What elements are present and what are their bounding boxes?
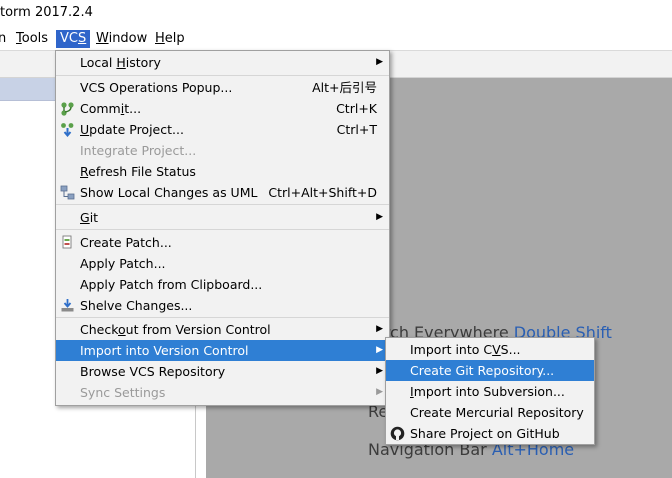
menu-item-apply-patch-clipboard[interactable]: Apply Patch from Clipboard... — [56, 274, 389, 295]
import-submenu: Import into CVS... Create Git Repository… — [385, 337, 595, 445]
show-uml-shortcut: Ctrl+Alt+Shift+D — [268, 185, 377, 200]
menu-item-shelve-changes[interactable]: Shelve Changes... — [56, 295, 389, 316]
uml-diagram-icon — [60, 185, 75, 200]
integrate-label: Integrate Project... — [80, 143, 197, 158]
show-uml-label: Show Local Changes as UML — [80, 185, 258, 200]
apply-clipboard-label: Apply Patch from Clipboard... — [80, 277, 263, 292]
menu-item-create-git-repository[interactable]: Create Git Repository... — [386, 360, 594, 381]
create-patch-icon — [62, 235, 72, 249]
menu-window[interactable]: Window — [92, 30, 151, 48]
menu-item-refresh-file-status[interactable]: Refresh File Status — [56, 161, 389, 182]
menu-item-local-history[interactable]: Local History ▶ — [56, 52, 389, 73]
local-history-label: Local History — [80, 55, 161, 70]
submenu-arrow-icon: ▶ — [376, 345, 383, 355]
menu-item-apply-patch[interactable]: Apply Patch... — [56, 253, 389, 274]
shelve-icon — [61, 299, 74, 312]
ops-popup-shortcut: Alt+后引号 — [312, 80, 377, 95]
menu-separator — [56, 75, 389, 76]
menu-bar: n Tools VCS Window Help — [0, 28, 672, 51]
menu-item-import-into-vcs[interactable]: Import into Version Control ▶ — [56, 340, 389, 361]
create-hg-label: Create Mercurial Repository — [410, 405, 584, 420]
window-title: torm 2017.2.4 — [0, 5, 93, 20]
submenu-arrow-icon: ▶ — [376, 366, 383, 376]
menu-separator — [56, 229, 389, 230]
menu-item-integrate-project[interactable]: Integrate Project... — [56, 140, 389, 161]
submenu-arrow-icon: ▶ — [376, 57, 383, 67]
update-shortcut: Ctrl+T — [336, 122, 377, 137]
menu-item-show-local-changes-uml[interactable]: Show Local Changes as UML Ctrl+Alt+Shift… — [56, 182, 389, 203]
import-svn-label: Import into Subversion... — [410, 384, 565, 399]
import-cvs-label: Import into CVS... — [410, 342, 521, 357]
apply-patch-label: Apply Patch... — [80, 256, 166, 271]
create-git-label: Create Git Repository... — [410, 363, 555, 378]
menu-tools[interactable]: Tools — [12, 30, 52, 48]
menu-item-share-github[interactable]: Share Project on GitHub — [386, 423, 594, 444]
menu-item-checkout[interactable]: Checkout from Version Control ▶ — [56, 319, 389, 340]
commit-icon — [61, 102, 74, 116]
submenu-arrow-icon: ▶ — [376, 212, 383, 222]
vcs-menu: Local History ▶ VCS Operations Popup... … — [55, 50, 390, 406]
menu-separator — [56, 317, 389, 318]
submenu-arrow-icon: ▶ — [376, 324, 383, 334]
commit-shortcut: Ctrl+K — [336, 101, 377, 116]
menu-item-commit[interactable]: Commit... Ctrl+K — [56, 98, 389, 119]
shelve-label: Shelve Changes... — [80, 298, 193, 313]
menu-separator — [56, 204, 389, 205]
menu-help[interactable]: Help — [151, 30, 189, 48]
update-project-icon — [61, 123, 74, 137]
menu-item-create-mercurial[interactable]: Create Mercurial Repository — [386, 402, 594, 423]
ops-popup-label: VCS Operations Popup... — [80, 80, 233, 95]
menu-item-vcs-operations-popup[interactable]: VCS Operations Popup... Alt+后引号 — [56, 77, 389, 98]
update-label: Update Project... — [80, 122, 184, 137]
browse-label: Browse VCS Repository — [80, 364, 226, 379]
menu-item-sync-settings[interactable]: Sync Settings ▶ — [56, 382, 389, 403]
refresh-label: Refresh File Status — [80, 164, 196, 179]
menu-item-import-cvs[interactable]: Import into CVS... — [386, 339, 594, 360]
title-bar: torm 2017.2.4 — [0, 0, 672, 28]
menu-vcs[interactable]: VCS — [56, 30, 91, 48]
menu-item-import-subversion[interactable]: Import into Subversion... — [386, 381, 594, 402]
import-label: Import into Version Control — [80, 343, 249, 358]
menu-item-update-project[interactable]: Update Project... Ctrl+T — [56, 119, 389, 140]
commit-label: Commit... — [80, 101, 142, 116]
github-icon — [390, 426, 405, 441]
git-label: Git — [80, 210, 99, 225]
submenu-arrow-icon: ▶ — [376, 387, 383, 397]
menu-item-browse-vcs-repository[interactable]: Browse VCS Repository ▶ — [56, 361, 389, 382]
sync-label: Sync Settings — [80, 385, 166, 400]
checkout-label: Checkout from Version Control — [80, 322, 271, 337]
menu-run[interactable]: n — [0, 30, 10, 48]
menu-item-git[interactable]: Git ▶ — [56, 207, 389, 228]
share-github-label: Share Project on GitHub — [410, 426, 560, 441]
menu-item-create-patch[interactable]: Create Patch... — [56, 232, 389, 253]
create-patch-label: Create Patch... — [80, 235, 172, 250]
